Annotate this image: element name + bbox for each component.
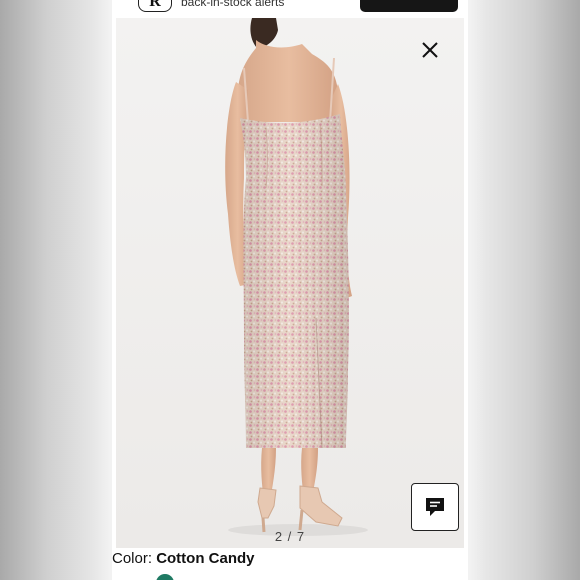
color-swatch[interactable] (156, 574, 174, 580)
alerts-banner: R back-in-stock alerts (112, 0, 468, 18)
color-value: Cotton Candy (156, 550, 255, 567)
back-in-stock-alerts-text: back-in-stock alerts (181, 0, 285, 9)
chat-icon (426, 498, 444, 516)
image-counter: 2 / 7 (274, 529, 306, 544)
app-screen: R back-in-stock alerts 2 / 7 Color: Cott… (112, 0, 468, 580)
chat-button[interactable] (411, 483, 459, 531)
color-label: Color: (112, 550, 153, 567)
color-selection-label: Color: Cotton Candy (112, 550, 255, 567)
product-image[interactable] (116, 18, 464, 548)
dress-model-back-view (116, 18, 464, 548)
alerts-cta-button[interactable] (360, 0, 458, 12)
close-button[interactable] (418, 38, 442, 62)
close-icon (422, 42, 438, 58)
app-logo: R (138, 0, 172, 12)
